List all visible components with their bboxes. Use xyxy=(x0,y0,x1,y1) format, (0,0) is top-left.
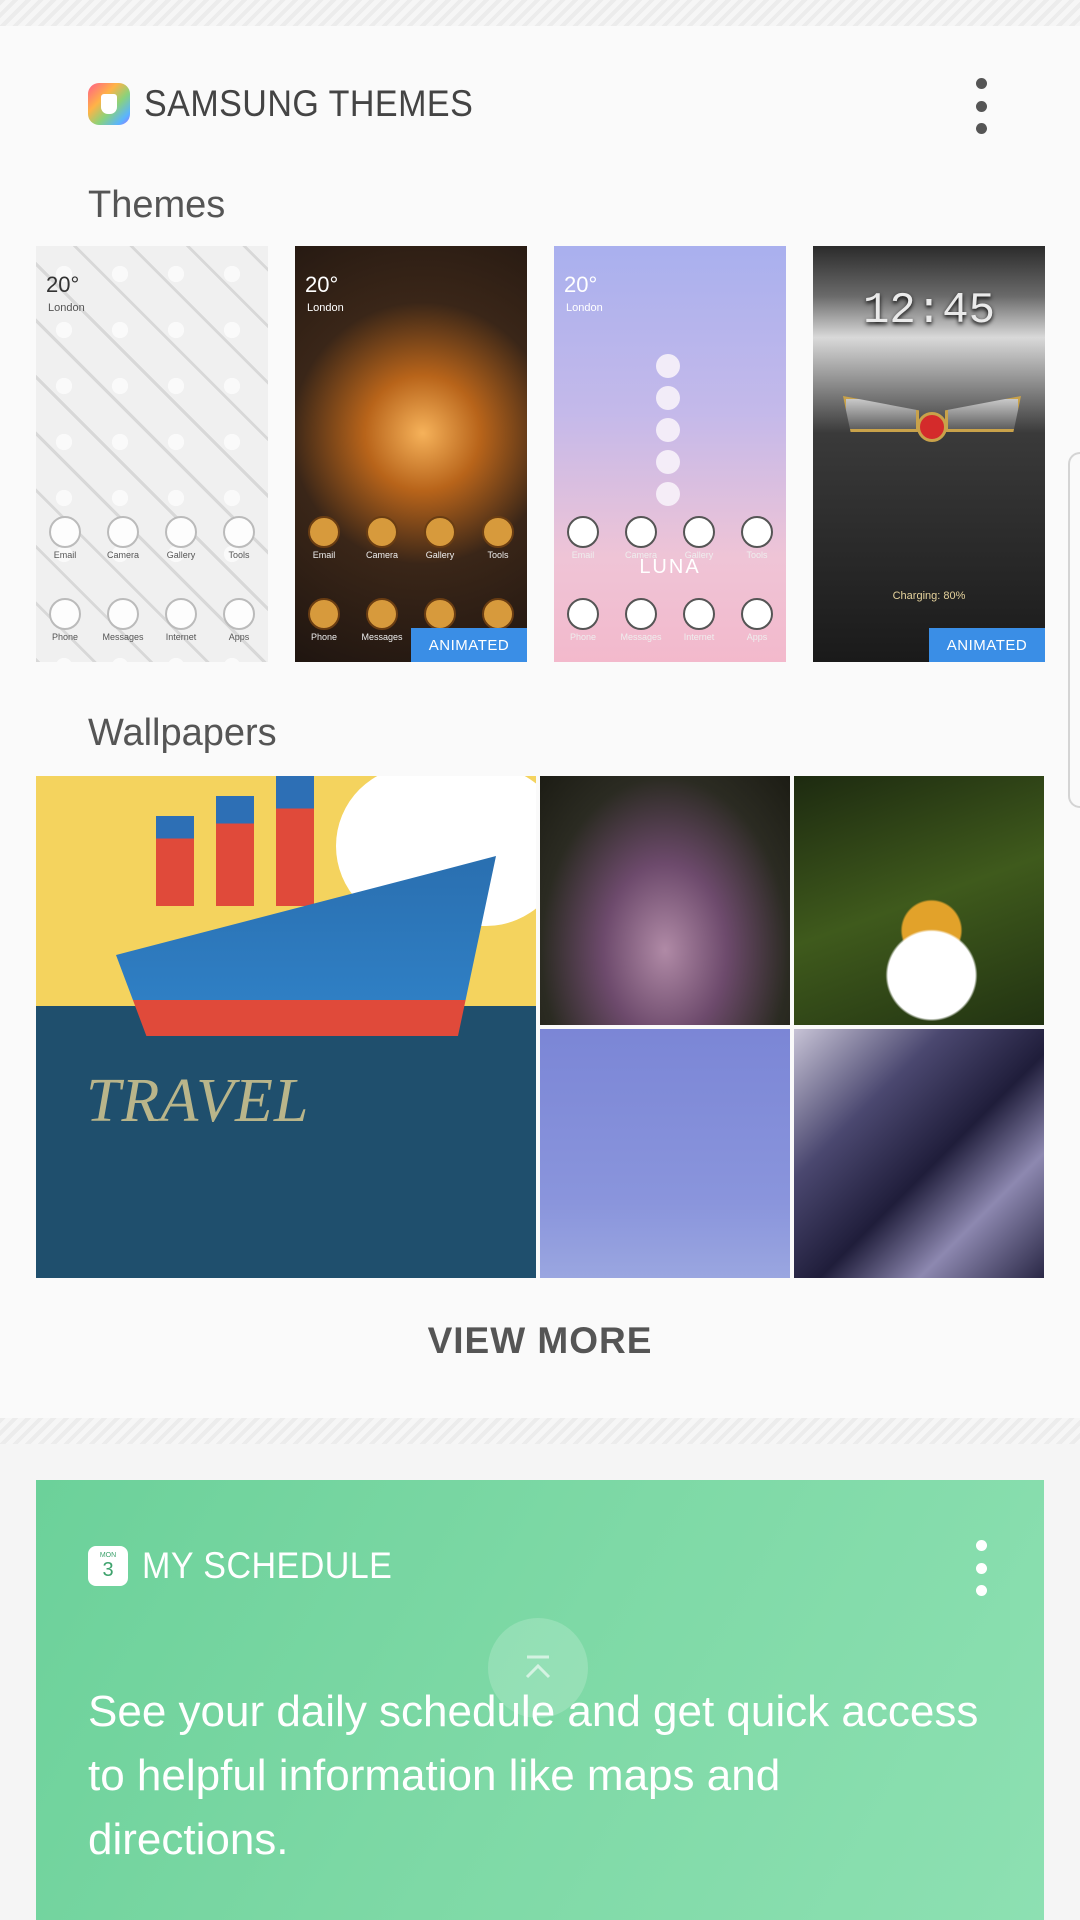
theme-weather: 20° xyxy=(46,272,80,297)
schedule-more-options-icon[interactable] xyxy=(971,1540,991,1596)
theme-app-internet: Internet xyxy=(683,598,715,642)
theme-weather: 20° xyxy=(564,272,598,297)
my-schedule-card[interactable]: MON 3 MY SCHEDULE See your daily schedul… xyxy=(36,1480,1044,1920)
edge-panel-handle[interactable] xyxy=(1068,452,1080,808)
theme-weather: 20° xyxy=(305,272,339,297)
wallpaper-travel-ship[interactable]: TRAVEL xyxy=(36,776,536,1278)
theme-thumbnail-leather[interactable]: 20° London Email Camera Gallery Tools Ph… xyxy=(36,246,268,662)
theme-app-internet xyxy=(424,598,456,630)
calendar-icon: MON 3 xyxy=(88,1546,128,1586)
top-divider xyxy=(0,0,1080,26)
theme-app-camera: Camera xyxy=(625,516,657,560)
theme-app-camera: Camera xyxy=(366,516,398,560)
theme-city: London xyxy=(48,302,85,314)
samsung-themes-app-icon xyxy=(88,83,130,125)
view-more-button[interactable]: VIEW MORE xyxy=(0,1320,1080,1362)
travel-text: TRAVEL xyxy=(86,1067,310,1135)
theme-city: London xyxy=(307,302,344,314)
theme-app-apps xyxy=(482,598,514,630)
theme-clock: 12:45 xyxy=(862,286,996,336)
animated-badge: ANIMATED xyxy=(411,628,527,662)
theme-app-phone: Phone xyxy=(49,598,81,642)
theme-app-tools: Tools xyxy=(741,516,773,560)
theme-app-messages: Messages xyxy=(102,598,144,642)
theme-app-email: Email xyxy=(308,516,340,560)
theme-app-gallery: Gallery xyxy=(165,516,197,560)
theme-thumbnail-fox[interactable]: 20° London Email Camera Gallery Tools Ph… xyxy=(295,246,527,662)
theme-app-gallery: Gallery xyxy=(424,516,456,560)
theme-app-apps: Apps xyxy=(223,598,255,642)
theme-app-gallery: Gallery xyxy=(683,516,715,560)
mask-left-eye xyxy=(843,396,919,432)
wallpaper-girl-in-dress[interactable] xyxy=(540,776,790,1025)
moon-phases xyxy=(656,354,684,514)
wallpaper-honey-bee[interactable] xyxy=(794,776,1044,1025)
mask-ruby xyxy=(917,412,947,442)
charging-status: Charging: 80% xyxy=(892,590,966,602)
card-divider xyxy=(0,1418,1080,1444)
theme-app-internet: Internet xyxy=(165,598,197,642)
themes-card-header: SAMSUNG THEMES xyxy=(88,82,502,126)
wallpaper-glass-shards[interactable] xyxy=(794,1029,1044,1278)
theme-app-messages: Messages xyxy=(361,598,403,642)
theme-app-phone: Phone xyxy=(567,598,599,642)
mask-right-eye xyxy=(945,396,1021,432)
theme-app-messages: Messages xyxy=(620,598,662,642)
theme-app-phone: Phone xyxy=(308,598,340,642)
theme-app-tools: Tools xyxy=(482,516,514,560)
animated-badge: ANIMATED xyxy=(929,628,1045,662)
theme-app-email: Email xyxy=(49,516,81,560)
theme-app-camera: Camera xyxy=(107,516,139,560)
wallpapers-section-title: Wallpapers xyxy=(88,712,277,754)
themes-card-title: SAMSUNG THEMES xyxy=(144,83,474,124)
theme-app-apps: Apps xyxy=(741,598,773,642)
themes-section-title: Themes xyxy=(88,184,226,226)
theme-thumbnail-robot-mask[interactable]: 12:45 Charging: 80% ANIMATED xyxy=(813,246,1045,662)
theme-thumbnail-luna[interactable]: 20° London Email Camera Gallery Tools LU… xyxy=(554,246,786,662)
theme-city: London xyxy=(566,302,603,314)
schedule-card-header: MON 3 MY SCHEDULE xyxy=(88,1544,414,1588)
schedule-card-title: MY SCHEDULE xyxy=(142,1545,393,1586)
wallpaper-blue-sky[interactable] xyxy=(540,1029,790,1278)
schedule-description: See your daily schedule and get quick ac… xyxy=(88,1687,979,1864)
themes-more-options-icon[interactable] xyxy=(971,78,991,134)
theme-app-tools: Tools xyxy=(223,516,255,560)
theme-app-email: Email xyxy=(567,516,599,560)
luna-label: LUNA xyxy=(639,556,701,578)
